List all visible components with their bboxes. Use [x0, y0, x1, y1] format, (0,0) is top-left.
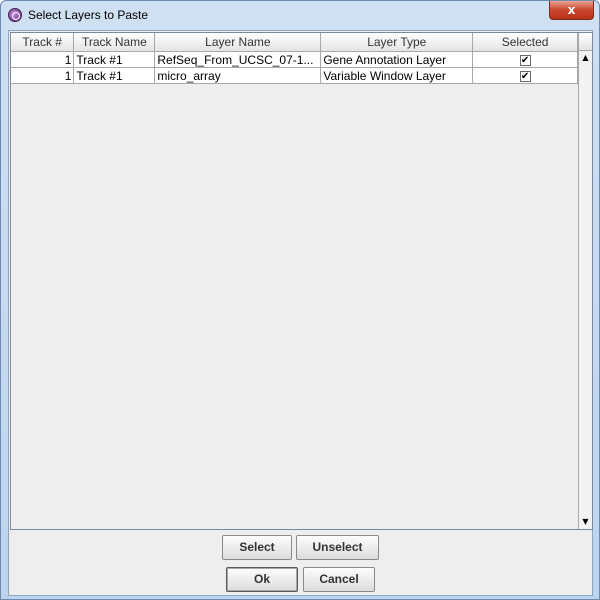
cell-track-num[interactable]: 1	[11, 67, 75, 84]
check-icon: ✔	[520, 70, 530, 82]
dialog-window: Select Layers to Paste x Track # Track N…	[0, 0, 600, 600]
column-header-layer-name[interactable]: Layer Name	[154, 33, 322, 52]
window-title: Select Layers to Paste	[28, 8, 149, 22]
cell-track-name[interactable]: Track #1	[73, 51, 156, 68]
cell-selected[interactable]: ✔	[472, 51, 578, 68]
layers-table-area: Track # Track Name Layer Name Layer Type…	[11, 33, 578, 529]
cell-layer-type[interactable]: Variable Window Layer	[320, 67, 474, 84]
select-button[interactable]: Select	[222, 535, 292, 560]
column-header-layer-type[interactable]: Layer Type	[320, 33, 474, 52]
column-header-track-name[interactable]: Track Name	[73, 33, 156, 52]
column-header-selected[interactable]: Selected	[472, 33, 578, 52]
layers-table-frame: Track # Track Name Layer Name Layer Type…	[10, 32, 593, 530]
app-icon	[8, 8, 22, 22]
selected-checkbox[interactable]: ✔	[519, 70, 531, 82]
cell-layer-type[interactable]: Gene Annotation Layer	[320, 51, 474, 68]
vertical-scrollbar[interactable]: ▲ ▼	[578, 51, 592, 529]
cell-layer-name[interactable]: RefSeq_From_UCSC_07-1...	[154, 51, 322, 68]
close-icon: x	[567, 3, 576, 17]
table-row[interactable]: 1 Track #1 micro_array Variable Window L…	[11, 67, 578, 84]
close-button[interactable]: x	[549, 1, 594, 20]
column-header-track-num[interactable]: Track #	[11, 33, 75, 52]
ok-button[interactable]: Ok	[226, 567, 298, 592]
title-bar[interactable]: Select Layers to Paste x	[1, 1, 599, 29]
cell-track-num[interactable]: 1	[11, 51, 75, 68]
table-header-corner	[578, 33, 592, 51]
check-icon: ✔	[520, 54, 530, 66]
layers-table: Track # Track Name Layer Name Layer Type…	[11, 33, 578, 84]
table-row[interactable]: 1 Track #1 RefSeq_From_UCSC_07-1... Gene…	[11, 51, 578, 68]
cell-layer-name[interactable]: micro_array	[154, 67, 322, 84]
dialog-content: Track # Track Name Layer Name Layer Type…	[8, 30, 593, 596]
cell-track-name[interactable]: Track #1	[73, 67, 156, 84]
cell-selected[interactable]: ✔	[472, 67, 578, 84]
arrow-up-icon[interactable]: ▲	[579, 51, 592, 65]
table-header-row: Track # Track Name Layer Name Layer Type…	[11, 33, 578, 52]
arrow-down-icon[interactable]: ▼	[579, 515, 592, 529]
unselect-button[interactable]: Unselect	[296, 535, 379, 560]
cancel-button[interactable]: Cancel	[303, 567, 375, 592]
selected-checkbox[interactable]: ✔	[519, 54, 531, 66]
